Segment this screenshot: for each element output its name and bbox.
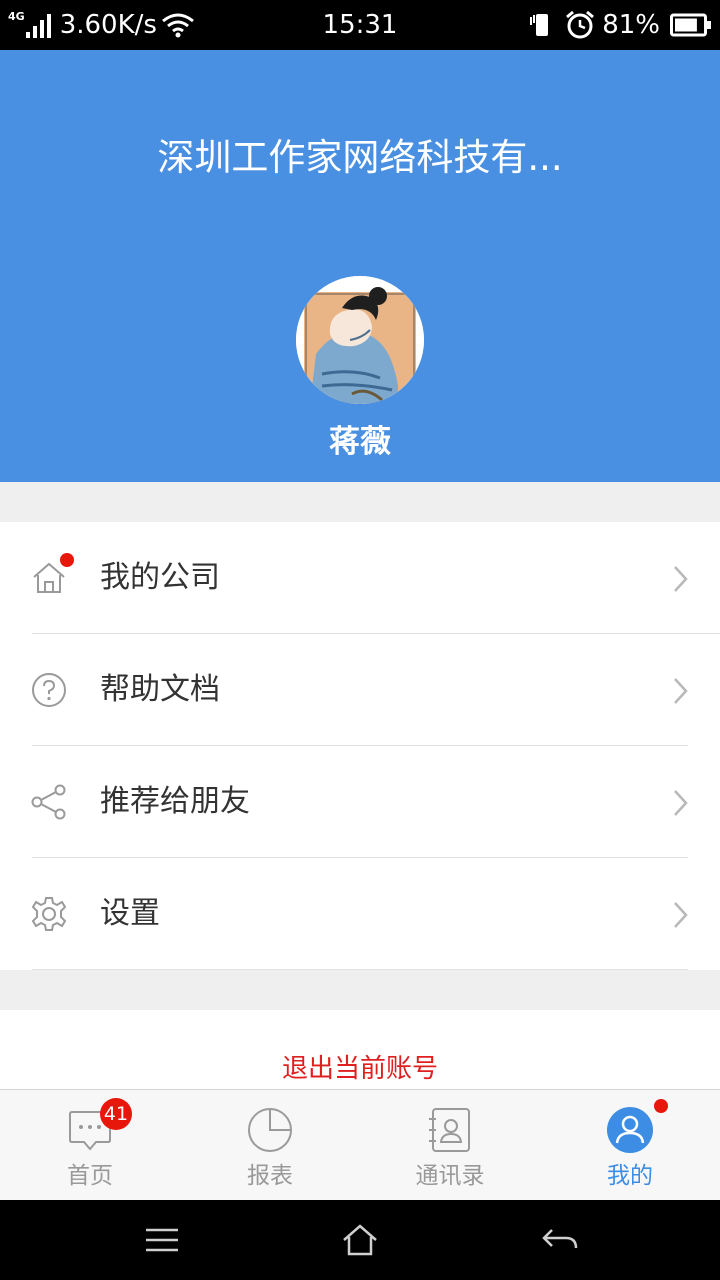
home-icon[interactable]	[340, 1220, 380, 1260]
alarm-icon	[566, 10, 595, 39]
chevron-right-icon	[674, 790, 688, 816]
tab-label: 我的	[607, 1163, 653, 1189]
menu-item-my-company[interactable]: 我的公司	[0, 522, 720, 634]
new-indicator-dot	[654, 1099, 668, 1113]
tab-contacts[interactable]: 通讯录	[360, 1090, 540, 1201]
unread-badge: 41	[100, 1098, 132, 1130]
logout-button[interactable]: 退出当前账号	[0, 1052, 720, 1086]
tab-label: 报表	[247, 1163, 293, 1189]
tab-label: 通讯录	[415, 1163, 485, 1189]
chevron-right-icon	[674, 678, 688, 704]
status-right: 81%	[528, 0, 712, 50]
menu-item-help-docs[interactable]: 帮助文档	[0, 634, 720, 746]
battery-icon	[670, 13, 711, 37]
menu-label: 设置	[100, 896, 160, 931]
chevron-right-icon	[674, 566, 688, 592]
status-bar: 4G 3.60K/s 15:31 81%	[0, 0, 720, 50]
profile-menu: 我的公司 帮助文档 推荐给朋友 设置	[0, 522, 720, 970]
avatar-illustration-icon	[296, 276, 424, 404]
user-name: 蒋薇	[329, 424, 391, 460]
back-icon[interactable]	[540, 1220, 580, 1260]
share-icon	[31, 784, 66, 820]
battery-percent: 81%	[602, 10, 660, 40]
help-icon	[32, 673, 66, 707]
chevron-right-icon	[674, 902, 688, 928]
bottom-tab-bar: 41 首页 报表 通讯录 我的	[0, 1089, 720, 1201]
profile-header: 深圳工作家网络科技有... 蒋薇	[0, 50, 720, 482]
company-name: 深圳工作家网络科技有...	[157, 136, 563, 179]
avatar[interactable]	[296, 276, 424, 404]
menu-item-recommend-friend[interactable]: 推荐给朋友	[0, 746, 720, 858]
profile-page: 4G 3.60K/s 15:31 81% 深圳工作家网络科技有... 蒋薇 我的…	[0, 0, 720, 1280]
menu-label: 我的公司	[100, 560, 220, 595]
tab-reports[interactable]: 报表	[180, 1090, 360, 1201]
menu-item-settings[interactable]: 设置	[0, 858, 720, 970]
contacts-icon	[429, 1108, 470, 1152]
vibrate-icon	[530, 14, 549, 36]
settings-icon	[31, 897, 67, 931]
divider	[32, 969, 688, 970]
tab-label: 首页	[67, 1163, 113, 1189]
menu-icon[interactable]	[142, 1220, 182, 1260]
menu-label: 推荐给朋友	[100, 784, 250, 819]
new-indicator-dot	[60, 553, 74, 567]
user-icon	[607, 1107, 653, 1153]
logout-row[interactable]: 退出当前账号	[0, 1010, 720, 1090]
pie-chart-icon	[248, 1108, 292, 1152]
system-nav-bar	[0, 1200, 720, 1280]
tab-me[interactable]: 我的	[540, 1090, 720, 1201]
menu-label: 帮助文档	[100, 672, 220, 707]
tab-home[interactable]: 41 首页	[0, 1090, 180, 1201]
